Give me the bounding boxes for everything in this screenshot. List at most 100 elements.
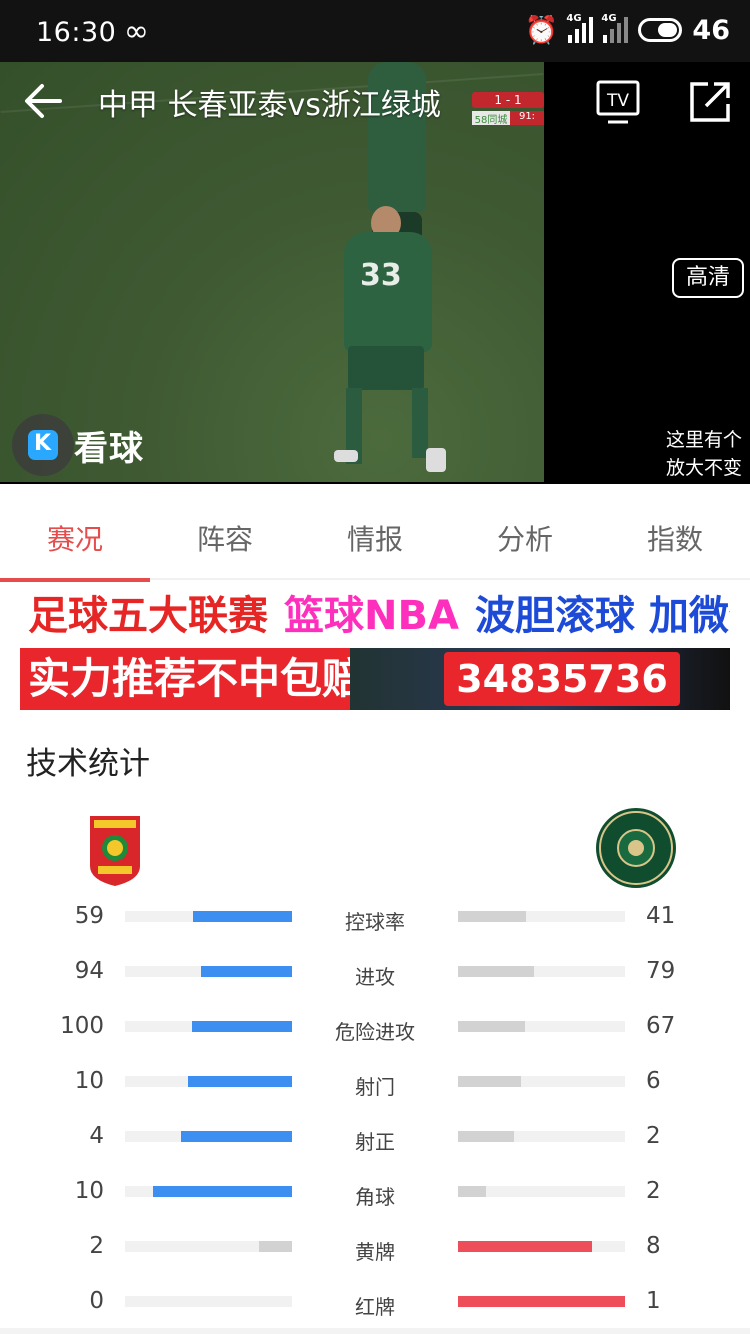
status-right: ⏰ 4G 4G 46 [524, 13, 730, 46]
away-stat-bar [458, 1296, 625, 1307]
away-stat-value: 67 [646, 1013, 676, 1039]
away-stat-bar [458, 1021, 525, 1032]
score-overlay: 1 - 1 58同城 91: [472, 92, 544, 128]
home-stat-bar-track [125, 1186, 292, 1197]
away-team-logo[interactable] [594, 806, 678, 890]
away-stat-value: 79 [646, 958, 676, 984]
app-logo-letter: K [34, 431, 52, 456]
away-stat-bar-track [458, 1076, 625, 1087]
tab-analysis[interactable]: 分析 [450, 484, 600, 580]
app-logo-text: 看球 [74, 428, 144, 469]
divider [0, 1328, 750, 1334]
away-stat-bar [458, 1241, 592, 1252]
status-time: 16:30 [36, 17, 117, 48]
signal-icon-2: 4G [601, 13, 629, 43]
battery-percent: 46 [692, 14, 730, 46]
video-player[interactable]: 33 1 - 1 58同城 91: 中甲 长春亚泰vs浙江绿城 TV 高清 这里有… [0, 62, 750, 484]
home-stat-value: 59 [74, 903, 104, 929]
network-type-label: 4G [566, 13, 582, 24]
away-stat-bar-track [458, 911, 625, 922]
tab-odds[interactable]: 指数 [600, 484, 750, 580]
corner-note: 这里有个 放大不变 [666, 426, 750, 482]
home-stat-value: 10 [74, 1178, 104, 1204]
tv-cast-icon[interactable]: TV [596, 80, 640, 126]
away-stat-bar-track [458, 966, 625, 977]
quality-button[interactable]: 高清 [672, 258, 744, 298]
home-stat-bar-track [125, 1131, 292, 1142]
stat-row: 10 角球 2 [0, 1165, 750, 1220]
home-stat-bar-track [125, 966, 292, 977]
tab-bar: 赛况 阵容 情报 分析 指数 [0, 484, 750, 582]
share-icon[interactable] [688, 80, 732, 124]
home-stat-value: 4 [89, 1123, 104, 1149]
stat-row: 2 黄牌 8 [0, 1220, 750, 1275]
away-stat-value: 8 [646, 1233, 661, 1259]
away-stat-value: 1 [646, 1288, 661, 1314]
battery-icon [638, 18, 683, 42]
home-stat-bar-track [125, 1241, 292, 1252]
home-stat-bar-track [125, 911, 292, 922]
network-type-label-2: 4G [601, 13, 617, 24]
stat-label: 射正 [355, 1130, 395, 1154]
app-logo-icon: K [12, 414, 74, 476]
home-stat-bar [153, 1186, 292, 1197]
match-clock: 91: [510, 111, 544, 125]
stat-label: 危险进攻 [335, 1020, 415, 1044]
home-stat-value: 0 [89, 1288, 104, 1314]
home-stat-bar [259, 1241, 292, 1252]
ad-phone-number: 34835736 [444, 652, 680, 706]
away-stat-value: 41 [646, 903, 676, 929]
alarm-icon: ⏰ [524, 15, 559, 46]
stat-row: 4 射正 2 [0, 1110, 750, 1165]
tv-label: TV [606, 91, 629, 111]
away-stat-bar-track [458, 1296, 625, 1307]
away-stat-bar-track [458, 1021, 625, 1032]
away-stat-bar [458, 966, 534, 977]
tab-intel[interactable]: 情报 [300, 484, 450, 580]
tab-lineup[interactable]: 阵容 [150, 484, 300, 580]
stat-label: 黄牌 [355, 1240, 395, 1264]
home-stat-value: 94 [74, 958, 104, 984]
away-stat-bar-track [458, 1131, 625, 1142]
ad-text-4: 实力推荐不中包赔 [20, 648, 364, 710]
stats-title: 技术统计 [26, 746, 150, 782]
away-stat-bar [458, 1076, 521, 1087]
ad-text-3: 波胆滚球 加微信 [466, 584, 730, 648]
away-stat-bar [458, 911, 526, 922]
away-stat-value: 2 [646, 1123, 661, 1149]
home-stat-value: 2 [89, 1233, 104, 1259]
home-stat-bar [193, 911, 292, 922]
stat-label: 控球率 [345, 910, 405, 934]
status-bar: 16:30 ∞ ⏰ 4G 4G 46 [0, 0, 750, 62]
home-stat-bar-track [125, 1076, 292, 1087]
jersey-number: 33 [360, 258, 402, 293]
away-stat-value: 6 [646, 1068, 661, 1094]
ad-text-2: 篮球NBA [276, 584, 467, 648]
scorebug-sponsor: 58同城 [472, 111, 510, 126]
ad-banner[interactable]: 足球五大联赛 篮球NBA 波胆滚球 加微信 实力推荐不中包赔 34835736 [20, 584, 730, 710]
away-stat-bar [458, 1186, 486, 1197]
home-team-logo[interactable] [88, 814, 142, 888]
home-stat-value: 10 [74, 1068, 104, 1094]
ad-text-1: 足球五大联赛 [20, 584, 276, 648]
tab-match-status[interactable]: 赛况 [0, 484, 150, 582]
stat-label: 红牌 [355, 1295, 395, 1319]
corner-note-line1: 这里有个 [666, 429, 743, 451]
corner-note-line2: 放大不变 [666, 457, 743, 479]
signal-icon: 4G [566, 13, 594, 43]
away-stat-bar [458, 1131, 514, 1142]
home-stat-bar [188, 1076, 292, 1087]
stat-row: 94 进攻 79 [0, 945, 750, 1000]
away-stat-bar-track [458, 1186, 625, 1197]
stat-row: 59 控球率 41 [0, 890, 750, 945]
stat-label: 角球 [355, 1185, 395, 1209]
back-arrow-icon[interactable] [20, 78, 66, 124]
stat-row: 0 红牌 1 [0, 1275, 750, 1330]
home-stat-bar [201, 966, 292, 977]
stat-label: 射门 [355, 1075, 395, 1099]
home-stat-bar-track [125, 1021, 292, 1032]
infinity-icon: ∞ [124, 14, 149, 49]
score-text: 1 - 1 [472, 92, 544, 108]
stat-label: 进攻 [355, 965, 395, 989]
home-stat-bar [181, 1131, 292, 1142]
